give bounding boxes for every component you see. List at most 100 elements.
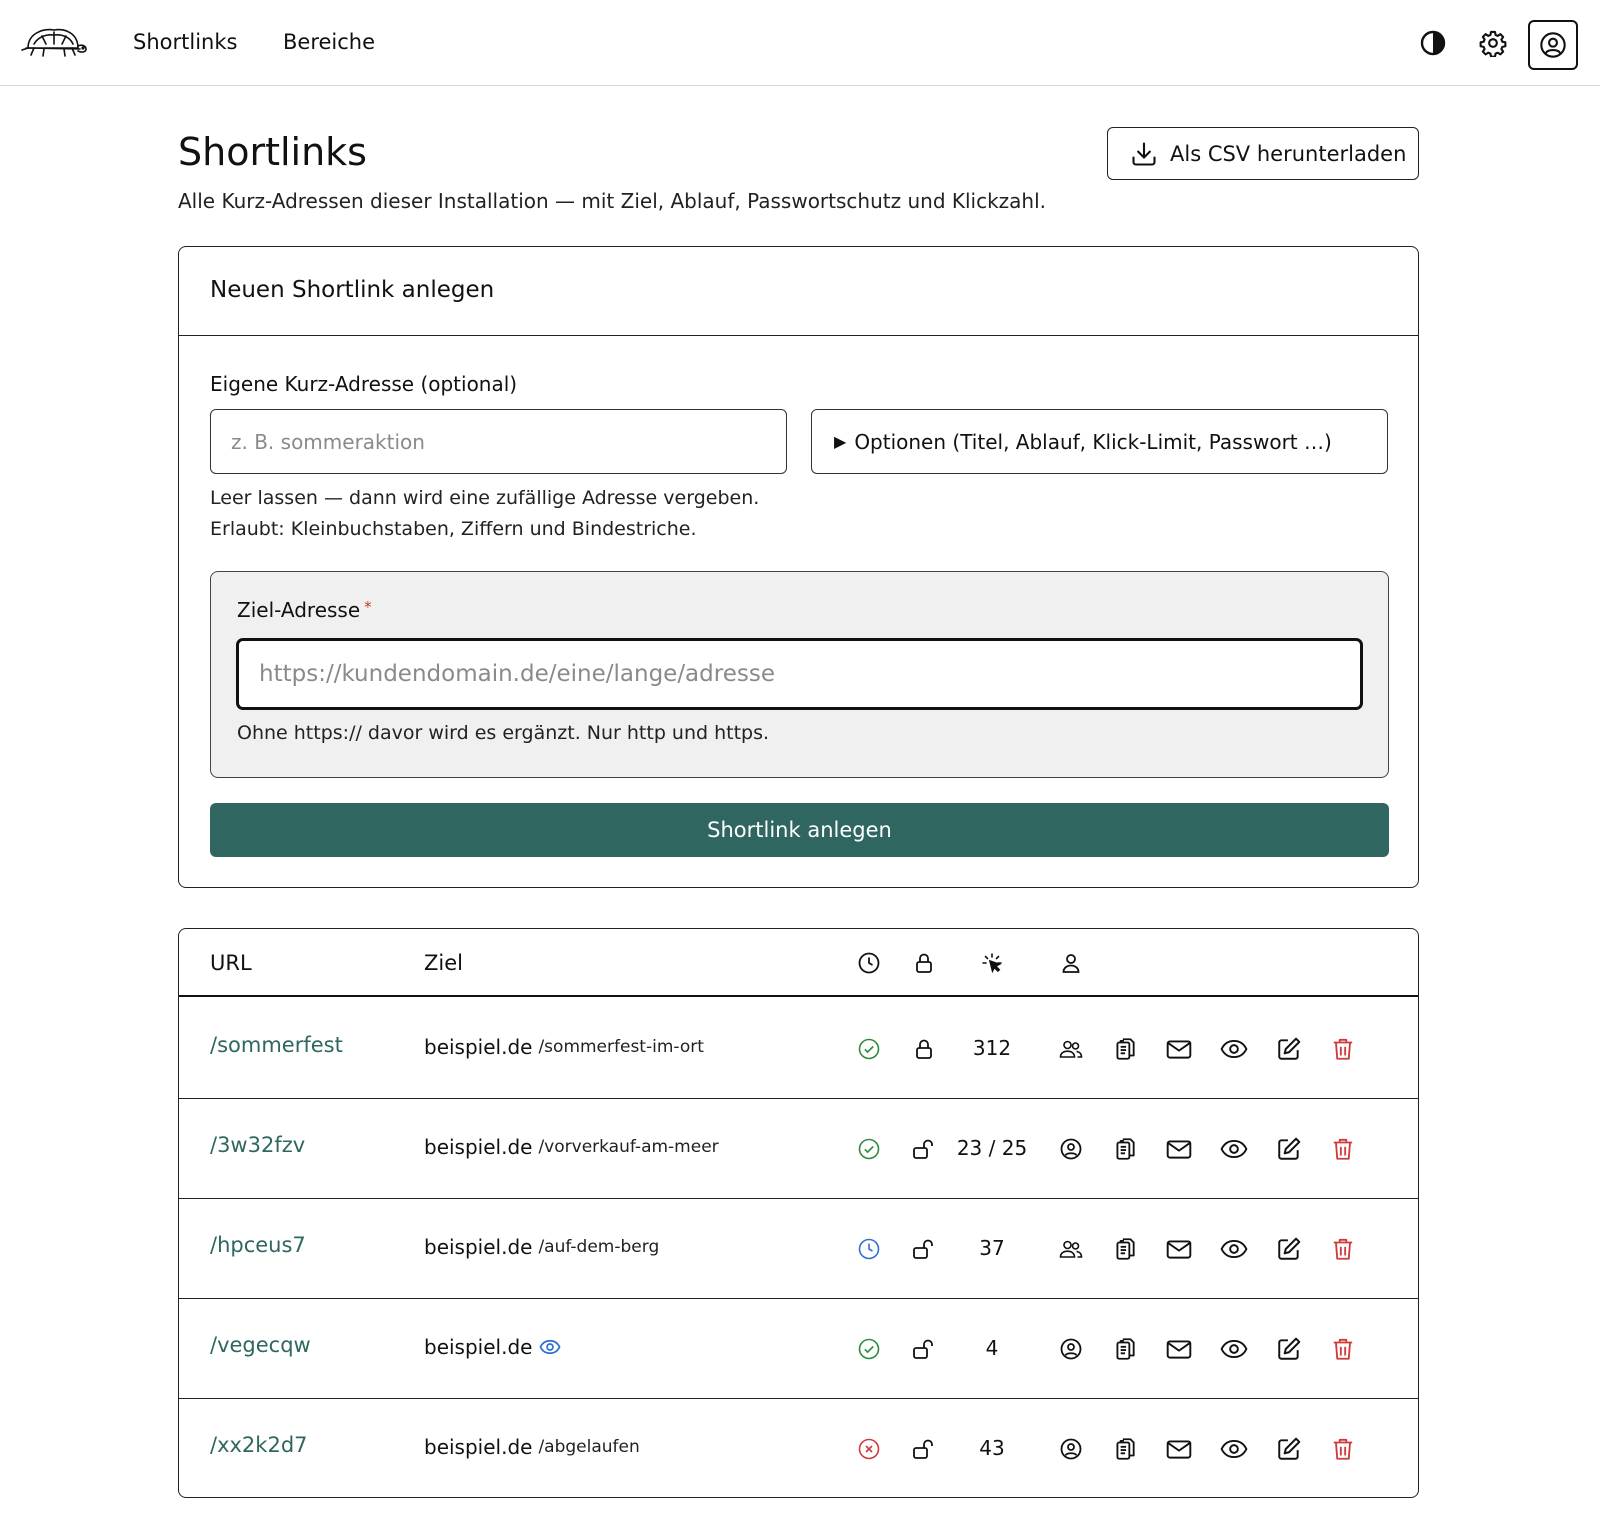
target-path: /sommerfest-im-ort: [538, 1037, 704, 1057]
edit-button[interactable]: [1274, 1034, 1304, 1064]
shortlinks-table: URL Ziel /sommerfest beispiel.de/sommerfe…: [178, 928, 1419, 1498]
shortlink-url[interactable]: /sommerfest: [210, 1033, 343, 1057]
trash-icon: [1330, 1036, 1356, 1062]
preview-button[interactable]: [1219, 1234, 1249, 1264]
users-group-icon: [1057, 1035, 1085, 1063]
edit-icon: [1276, 1336, 1302, 1362]
create-shortlink-button[interactable]: Shortlink anlegen: [210, 803, 1389, 857]
delete-button[interactable]: [1328, 1034, 1358, 1064]
edit-icon: [1276, 1236, 1302, 1262]
edit-button[interactable]: [1274, 1134, 1304, 1164]
target-cell: beispiel.de/abgelaufen: [424, 1435, 640, 1459]
copy-link-button[interactable]: [1110, 1434, 1140, 1464]
copy-link-button[interactable]: [1110, 1134, 1140, 1164]
trash-icon: [1330, 1236, 1356, 1262]
turtle-logo-icon[interactable]: [20, 22, 88, 66]
account-button[interactable]: [1528, 20, 1578, 70]
edit-button[interactable]: [1274, 1234, 1304, 1264]
trash-icon: [1330, 1436, 1356, 1462]
target-path: /auf-dem-berg: [538, 1237, 660, 1257]
eye-icon: [1220, 1136, 1248, 1162]
status-active-icon: [855, 1335, 883, 1363]
email-link-button[interactable]: [1164, 1234, 1194, 1264]
trash-icon: [1330, 1336, 1356, 1362]
csv-download-label: Als CSV herunterladen: [1170, 141, 1407, 166]
copy-icon: [1112, 1036, 1138, 1062]
copy-link-button[interactable]: [1110, 1034, 1140, 1064]
nav-shortlinks[interactable]: Shortlinks: [133, 30, 237, 54]
target-help: Ohne https:// davor wird es ergänzt. Nur…: [237, 722, 770, 744]
copy-link-button[interactable]: [1110, 1334, 1140, 1364]
copy-icon: [1112, 1236, 1138, 1262]
copy-icon: [1112, 1136, 1138, 1162]
users-group-icon: [1057, 1235, 1085, 1263]
edit-icon: [1276, 1436, 1302, 1462]
theme-toggle-icon[interactable]: [1417, 27, 1449, 59]
click-count: 312: [972, 1036, 1012, 1060]
user-icon: [1057, 949, 1085, 977]
mail-icon: [1165, 1136, 1193, 1162]
delete-button[interactable]: [1328, 1134, 1358, 1164]
table-row: /xx2k2d7 beispiel.de/abgelaufen 43: [179, 1399, 1418, 1497]
mail-icon: [1165, 1336, 1193, 1362]
preview-button[interactable]: [1219, 1434, 1249, 1464]
mail-icon: [1165, 1236, 1193, 1262]
preview-button[interactable]: [1219, 1034, 1249, 1064]
target-domain: beispiel.de: [424, 1435, 533, 1459]
click-count: 4: [985, 1336, 999, 1360]
preview-button[interactable]: [1219, 1134, 1249, 1164]
shortlink-url[interactable]: /vegecqw: [210, 1333, 311, 1357]
page-title: Shortlinks: [178, 130, 367, 174]
shortlink-url[interactable]: /xx2k2d7: [210, 1433, 308, 1457]
column-header-url: URL: [210, 951, 252, 975]
options-label: Optionen (Titel, Ablauf, Klick-Limit, Pa…: [854, 429, 1332, 454]
table-row: /sommerfest beispiel.de/sommerfest-im-ort…: [179, 999, 1418, 1099]
click-count: 37: [979, 1236, 1005, 1260]
required-marker: *: [364, 598, 372, 616]
mail-icon: [1165, 1036, 1193, 1062]
shortlink-url[interactable]: /3w32fzv: [210, 1133, 305, 1157]
target-path: /abgelaufen: [538, 1437, 640, 1457]
target-field-group: Ziel-Adresse* Ohne https:// davor wird e…: [210, 571, 1389, 778]
eye-icon: [1220, 1336, 1248, 1362]
delete-button[interactable]: [1328, 1434, 1358, 1464]
edit-button[interactable]: [1274, 1334, 1304, 1364]
email-link-button[interactable]: [1164, 1034, 1194, 1064]
create-shortlink-card: Neuen Shortlink anlegen Eigene Kurz-Adre…: [178, 246, 1419, 888]
click-count: 43: [979, 1436, 1005, 1460]
target-url-input[interactable]: [236, 638, 1363, 710]
target-cell: beispiel.de/auf-dem-berg: [424, 1235, 659, 1259]
trash-icon: [1330, 1136, 1356, 1162]
top-navigation-bar: Shortlinks Bereiche: [0, 0, 1600, 86]
nav-bereiche[interactable]: Bereiche: [283, 30, 375, 54]
page-subtitle: Alle Kurz-Adressen dieser Installation —…: [178, 189, 1047, 213]
user-circle-icon: [1057, 1335, 1085, 1363]
delete-button[interactable]: [1328, 1234, 1358, 1264]
target-path: /vorverkauf-am-meer: [538, 1137, 719, 1157]
eye-icon: [1220, 1236, 1248, 1262]
email-link-button[interactable]: [1164, 1334, 1194, 1364]
gear-icon[interactable]: [1477, 27, 1509, 59]
email-link-button[interactable]: [1164, 1434, 1194, 1464]
preview-icon[interactable]: [538, 1337, 562, 1357]
table-row: /vegecqw beispiel.de 4: [179, 1299, 1418, 1399]
delete-button[interactable]: [1328, 1334, 1358, 1364]
slug-input[interactable]: [210, 409, 787, 474]
target-cell: beispiel.de/sommerfest-im-ort: [424, 1035, 704, 1059]
options-toggle-button[interactable]: ▶ Optionen (Titel, Ablauf, Klick-Limit, …: [811, 409, 1388, 474]
edit-button[interactable]: [1274, 1434, 1304, 1464]
preview-button[interactable]: [1219, 1334, 1249, 1364]
eye-icon: [1220, 1436, 1248, 1462]
shortlink-url[interactable]: /hpceus7: [210, 1233, 306, 1257]
edit-icon: [1276, 1136, 1302, 1162]
copy-icon: [1112, 1436, 1138, 1462]
status-active-icon: [855, 1135, 883, 1163]
card-header: Neuen Shortlink anlegen: [179, 247, 1418, 336]
user-circle-icon: [1057, 1435, 1085, 1463]
csv-download-button[interactable]: Als CSV herunterladen: [1107, 127, 1419, 180]
table-row: /3w32fzv beispiel.de/vorverkauf-am-meer 23…: [179, 1099, 1418, 1199]
slug-help-1: Leer lassen — dann wird eine zufällige A…: [210, 487, 760, 509]
copy-link-button[interactable]: [1110, 1234, 1140, 1264]
target-domain: beispiel.de: [424, 1335, 533, 1359]
email-link-button[interactable]: [1164, 1134, 1194, 1164]
